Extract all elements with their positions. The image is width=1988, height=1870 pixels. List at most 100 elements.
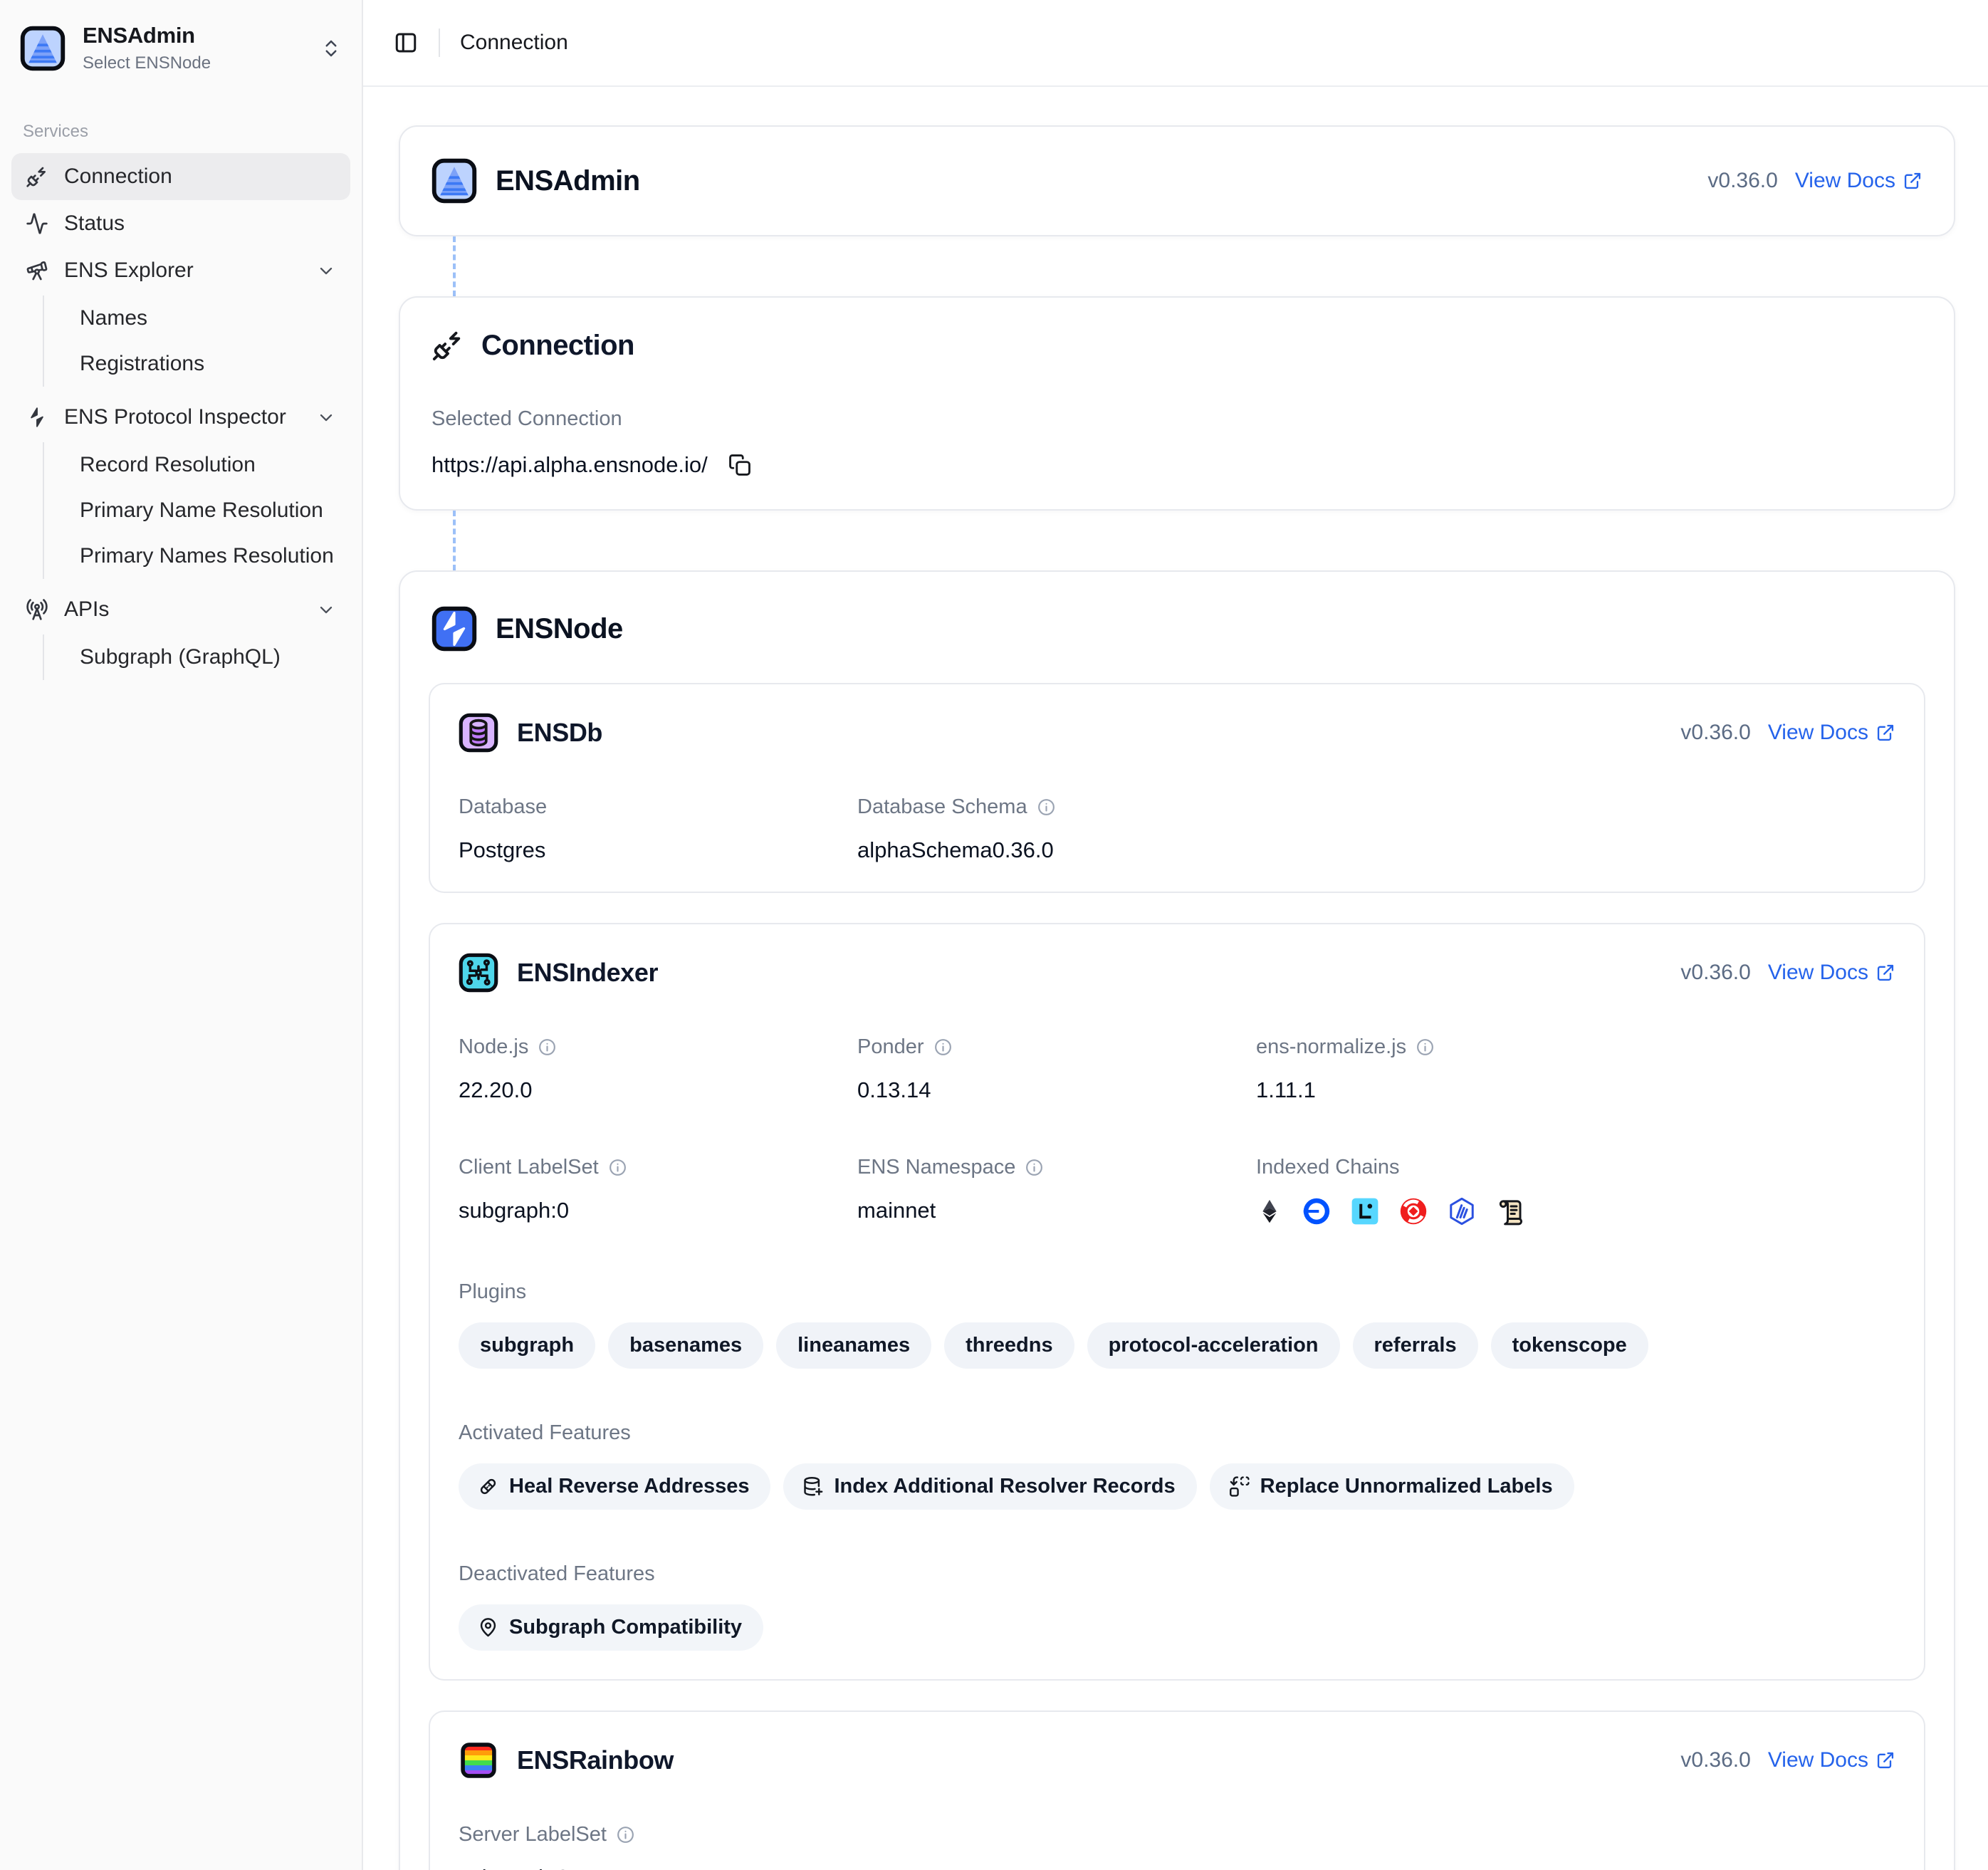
card-title: Connection	[481, 330, 634, 362]
chevron-down-icon	[316, 261, 336, 281]
plugins-row: subgraph basenames lineanames threedns p…	[459, 1322, 1895, 1369]
chain-base-icon	[1302, 1196, 1332, 1226]
panel-left-icon	[393, 30, 419, 56]
activated-features-row: Heal Reverse Addresses Index Additional …	[459, 1463, 1895, 1510]
sidebar-item-connection[interactable]: Connection	[11, 153, 350, 200]
topbar: Connection	[363, 0, 1988, 87]
ensrainbow-card: ENSRainbow v0.36.0 View Docs Server Labe…	[429, 1710, 1925, 1870]
field-ens-normalize: ens-normalize.js 1.11.1	[1256, 1035, 1895, 1103]
feature-label: Subgraph Compatibility	[509, 1616, 742, 1639]
field-value: 22.20.0	[459, 1077, 857, 1103]
ensindexer-logo-icon	[459, 953, 498, 993]
chain-ethereum-icon	[1256, 1198, 1283, 1225]
field-label: ENS Namespace	[857, 1156, 1015, 1179]
copy-icon	[728, 453, 752, 477]
view-docs-link[interactable]: View Docs	[1768, 721, 1895, 745]
info-icon[interactable]	[933, 1038, 953, 1057]
connection-url: https://api.alpha.ensnode.io/	[431, 452, 708, 478]
field-value: 0.13.14	[857, 1077, 1256, 1103]
version-label: v0.36.0	[1707, 169, 1777, 193]
sidebar-item-primary-names-resolution[interactable]: Primary Names Resolution	[68, 533, 350, 579]
field-value: Postgres	[459, 837, 857, 863]
field-label: ens-normalize.js	[1256, 1035, 1406, 1059]
sidebar-item-label: Record Resolution	[80, 453, 256, 477]
app-subtitle: Select ENSNode	[83, 53, 211, 73]
feature-chip-subgraph-compatibility: Subgraph Compatibility	[459, 1604, 763, 1651]
plug-zap-icon	[26, 165, 48, 188]
sidebar-item-status[interactable]: Status	[11, 200, 350, 247]
sidebar-item-label: APIs	[64, 597, 109, 622]
ensnode-selector[interactable]: ENSAdmin Select ENSNode	[11, 13, 350, 83]
ens-mark-icon	[26, 406, 48, 429]
info-icon[interactable]	[1416, 1038, 1435, 1057]
feature-chip-replace-unnormalized-labels: Replace Unnormalized Labels	[1210, 1463, 1574, 1510]
field-value: subgraph:0	[459, 1865, 1895, 1870]
activated-features-label: Activated Features	[459, 1421, 1895, 1445]
plugin-chip: lineanames	[776, 1322, 931, 1369]
field-value: alphaSchema0.36.0	[857, 837, 1895, 863]
field-server-labelset: Server LabelSet subgraph:0	[459, 1823, 1895, 1870]
ensadmin-logo-icon	[431, 158, 477, 204]
sidebar-item-label: ENS Explorer	[64, 258, 194, 283]
sidebar-item-label: Primary Names Resolution	[80, 544, 334, 568]
info-icon[interactable]	[1025, 1158, 1044, 1177]
card-title: ENSNode	[496, 613, 623, 645]
info-icon[interactable]	[608, 1158, 627, 1177]
activity-icon	[26, 212, 48, 235]
feature-chip-heal-reverse-addresses: Heal Reverse Addresses	[459, 1463, 770, 1510]
database-plus-icon	[802, 1475, 824, 1498]
sidebar-nav: Connection Status ENS Explorer Names Reg…	[11, 153, 350, 687]
feature-label: Replace Unnormalized Labels	[1260, 1475, 1553, 1498]
sidebar-item-primary-name-resolution[interactable]: Primary Name Resolution	[68, 488, 350, 533]
plugins-label: Plugins	[459, 1280, 1895, 1304]
external-link-icon	[1903, 171, 1922, 191]
field-label: Indexed Chains	[1256, 1156, 1400, 1179]
field-database: Database Postgres	[459, 795, 857, 863]
sidebar-item-label: Subgraph (GraphQL)	[80, 645, 281, 669]
view-docs-label: View Docs	[1768, 721, 1868, 745]
chain-optimism-icon	[1398, 1196, 1428, 1226]
external-link-icon	[1875, 963, 1895, 983]
chevron-down-icon	[316, 407, 336, 427]
sidebar-item-apis[interactable]: APIs	[11, 586, 350, 633]
sidebar-item-label: ENS Protocol Inspector	[64, 405, 286, 429]
chain-linea-icon	[1350, 1196, 1380, 1226]
sidebar-item-ens-explorer[interactable]: ENS Explorer	[11, 247, 350, 294]
sidebar-item-label: Primary Name Resolution	[80, 498, 323, 523]
topbar-divider	[439, 28, 440, 57]
ensnode-logo-icon	[431, 606, 477, 652]
apis-children: Subgraph (GraphQL)	[43, 634, 350, 680]
feature-label: Index Additional Resolver Records	[834, 1475, 1175, 1498]
dashed-connector	[453, 236, 1955, 296]
plugin-chip: tokenscope	[1491, 1322, 1648, 1369]
info-icon[interactable]	[1037, 798, 1056, 817]
sidebar-item-registrations[interactable]: Registrations	[68, 341, 350, 387]
info-icon[interactable]	[616, 1825, 635, 1844]
view-docs-link[interactable]: View Docs	[1795, 169, 1922, 193]
copy-url-button[interactable]	[728, 453, 752, 477]
sidebar-toggle-button[interactable]	[393, 30, 419, 56]
sidebar-item-label: Connection	[64, 164, 172, 189]
breadcrumb: Connection	[460, 31, 568, 55]
sidebar-item-ens-protocol-inspector[interactable]: ENS Protocol Inspector	[11, 394, 350, 441]
feature-chip-index-additional-resolver-records: Index Additional Resolver Records	[783, 1463, 1196, 1510]
sidebar-item-record-resolution[interactable]: Record Resolution	[68, 442, 350, 488]
field-value: mainnet	[857, 1198, 1256, 1223]
view-docs-label: View Docs	[1795, 169, 1895, 193]
info-icon[interactable]	[538, 1038, 557, 1057]
sidebar-item-subgraph-graphql[interactable]: Subgraph (GraphQL)	[68, 634, 350, 680]
ensadmin-card: ENSAdmin v0.36.0 View Docs	[399, 125, 1955, 236]
deactivated-features-label: Deactivated Features	[459, 1562, 1895, 1586]
sidebar-item-names[interactable]: Names	[68, 296, 350, 341]
field-client-labelset: Client LabelSet subgraph:0	[459, 1156, 857, 1228]
card-title: ENSRainbow	[517, 1745, 674, 1775]
radio-tower-icon	[26, 598, 48, 621]
card-title: ENSIndexer	[517, 958, 658, 988]
page-content: ENSAdmin v0.36.0 View Docs Connection Se…	[363, 87, 1988, 1870]
view-docs-link[interactable]: View Docs	[1768, 961, 1895, 985]
version-label: v0.36.0	[1680, 721, 1750, 745]
ensindexer-card: ENSIndexer v0.36.0 View Docs Node.js	[429, 923, 1925, 1681]
feature-label: Heal Reverse Addresses	[509, 1475, 749, 1498]
view-docs-link[interactable]: View Docs	[1768, 1748, 1895, 1772]
bandage-icon	[477, 1475, 499, 1498]
